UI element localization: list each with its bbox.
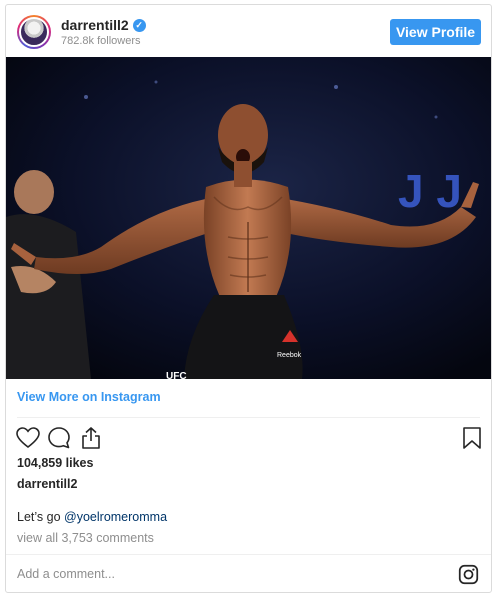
caption-text: Let’s go [17, 510, 65, 524]
bookmark-icon[interactable] [459, 425, 485, 451]
follower-count: 782.8k followers [61, 35, 141, 47]
action-bar [6, 425, 491, 453]
arena-sign-text: J J [398, 165, 462, 217]
username-row: darrentill2 ✓ [61, 17, 146, 33]
shorts-brand-text: Reebok [277, 352, 302, 359]
heart-icon[interactable] [15, 425, 41, 451]
caption: Let’s go @yoelromeromma [17, 510, 167, 524]
view-more-link[interactable]: View More on Instagram [17, 390, 161, 404]
username-link[interactable]: darrentill2 [61, 17, 129, 33]
post-photo-image: J J Reebok UFC [6, 57, 491, 379]
verified-badge-icon: ✓ [132, 18, 146, 32]
instagram-embed-card: darrentill2 ✓ 782.8k followers View Prof… [5, 4, 492, 593]
divider [17, 417, 480, 418]
caption-author[interactable]: darrentill2 [17, 477, 77, 491]
divider [6, 554, 491, 555]
post-photo[interactable]: J J Reebok UFC [6, 57, 491, 379]
speech-bubble-icon[interactable] [46, 425, 72, 451]
share-icon[interactable] [78, 425, 104, 451]
add-comment-field[interactable]: Add a comment... [17, 567, 115, 581]
view-profile-button[interactable]: View Profile [390, 19, 481, 45]
avatar[interactable] [17, 15, 51, 49]
like-count[interactable]: 104,859 likes [17, 456, 93, 470]
post-header: darrentill2 ✓ 782.8k followers View Prof… [6, 5, 491, 57]
shorts-logo-text: UFC [166, 371, 187, 379]
instagram-logo-icon[interactable] [458, 564, 479, 585]
view-all-comments-link[interactable]: view all 3,753 comments [17, 531, 154, 545]
caption-mention-link[interactable]: @yoelromeromma [64, 510, 167, 524]
avatar-image [19, 17, 49, 47]
